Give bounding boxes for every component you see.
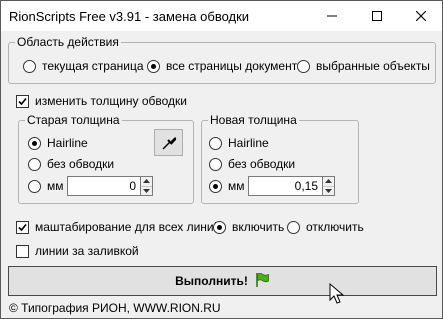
new-mm-spinner[interactable]: 0,15 — [248, 176, 335, 196]
footer-copyright: © Типография РИОН, WWW.RION.RU — [9, 301, 221, 315]
mouse-pointer-icon — [329, 283, 345, 304]
radio-circle — [209, 157, 222, 171]
old-hairline-radio[interactable]: Hairline — [28, 135, 88, 151]
scope-all-pages-label: все страницы документа — [166, 59, 304, 73]
radio-circle — [23, 59, 36, 73]
scope-all-pages-radio[interactable]: все страницы документа — [147, 58, 304, 74]
spin-up-icon[interactable] — [323, 177, 334, 186]
maximize-icon — [372, 11, 382, 21]
old-no-stroke-radio[interactable]: без обводки — [28, 156, 114, 172]
new-no-stroke-radio[interactable]: без обводки — [209, 156, 295, 172]
change-width-label: изменить толщину обводки — [35, 94, 188, 108]
new-mm-label: мм — [228, 179, 245, 193]
run-button-label: Выполнить! — [175, 274, 248, 288]
lines-behind-fill-label: линии за заливкой — [35, 244, 139, 258]
radio-circle-selected — [147, 59, 160, 73]
radio-circle — [28, 179, 41, 193]
main-window: RionScripts Free v3.91 - замена обводки … — [0, 0, 443, 319]
eyedropper-icon — [162, 136, 176, 149]
scope-selected-objects-label: выбранные объекты — [316, 59, 430, 73]
radio-circle — [297, 59, 310, 73]
scaling-off-radio[interactable]: отключить — [287, 219, 364, 235]
checkmark-icon — [18, 97, 27, 105]
scaling-on-label: включить — [232, 220, 285, 234]
old-mm-spinner-arrows[interactable] — [141, 176, 153, 196]
eyedropper-button[interactable] — [154, 129, 183, 156]
radio-circle-selected — [209, 179, 222, 193]
new-mm-radio[interactable]: мм — [209, 178, 245, 194]
radio-circle — [28, 157, 41, 171]
run-button[interactable]: Выполнить! — [8, 266, 437, 296]
close-button[interactable] — [401, 1, 441, 31]
checkbox-box-checked — [16, 94, 29, 108]
close-icon — [416, 11, 426, 21]
window-title: RionScripts Free v3.91 - замена обводки — [9, 9, 250, 24]
checkbox-box — [16, 244, 29, 258]
title-bar[interactable]: RionScripts Free v3.91 - замена обводки — [1, 1, 442, 31]
old-no-stroke-label: без обводки — [47, 157, 115, 171]
radio-circle-selected — [28, 136, 41, 150]
scope-legend: Область действия — [15, 35, 121, 49]
old-mm-label: мм — [47, 179, 64, 193]
scope-selected-objects-radio[interactable]: выбранные объекты — [297, 58, 430, 74]
green-flag-icon — [254, 272, 270, 291]
scaling-label: маштабирование для всех линий — [35, 220, 221, 234]
new-no-stroke-label: без обводки — [228, 157, 296, 171]
new-mm-input[interactable]: 0,15 — [248, 176, 323, 196]
maximize-button[interactable] — [357, 1, 397, 31]
scaling-checkbox[interactable]: маштабирование для всех линий — [16, 219, 220, 235]
scope-current-page-radio[interactable]: текущая страница — [23, 58, 144, 74]
new-hairline-label: Hairline — [228, 136, 269, 150]
scaling-off-label: отключить — [306, 220, 364, 234]
old-hairline-label: Hairline — [47, 136, 88, 150]
new-hairline-radio[interactable]: Hairline — [209, 135, 269, 151]
minimize-button[interactable] — [312, 1, 352, 31]
checkbox-box-checked — [16, 220, 29, 234]
old-mm-radio[interactable]: мм — [28, 178, 64, 194]
checkmark-icon — [18, 223, 27, 231]
old-mm-input[interactable]: 0 — [67, 176, 141, 196]
radio-circle — [287, 220, 300, 234]
spin-down-icon[interactable] — [141, 185, 152, 196]
spin-up-icon[interactable] — [141, 177, 152, 186]
spin-down-icon[interactable] — [323, 185, 334, 196]
scope-current-page-label: текущая страница — [42, 59, 144, 73]
minimize-icon — [327, 15, 337, 17]
radio-circle-selected — [213, 220, 226, 234]
change-width-checkbox[interactable]: изменить толщину обводки — [16, 93, 187, 109]
radio-circle — [209, 136, 222, 150]
old-mm-spinner[interactable]: 0 — [67, 176, 153, 196]
scaling-on-radio[interactable]: включить — [213, 219, 284, 235]
old-width-legend: Старая толщина — [25, 113, 122, 127]
new-width-legend: Новая толщина — [208, 113, 299, 127]
lines-behind-fill-checkbox[interactable]: линии за заливкой — [16, 243, 139, 259]
new-mm-spinner-arrows[interactable] — [323, 176, 335, 196]
